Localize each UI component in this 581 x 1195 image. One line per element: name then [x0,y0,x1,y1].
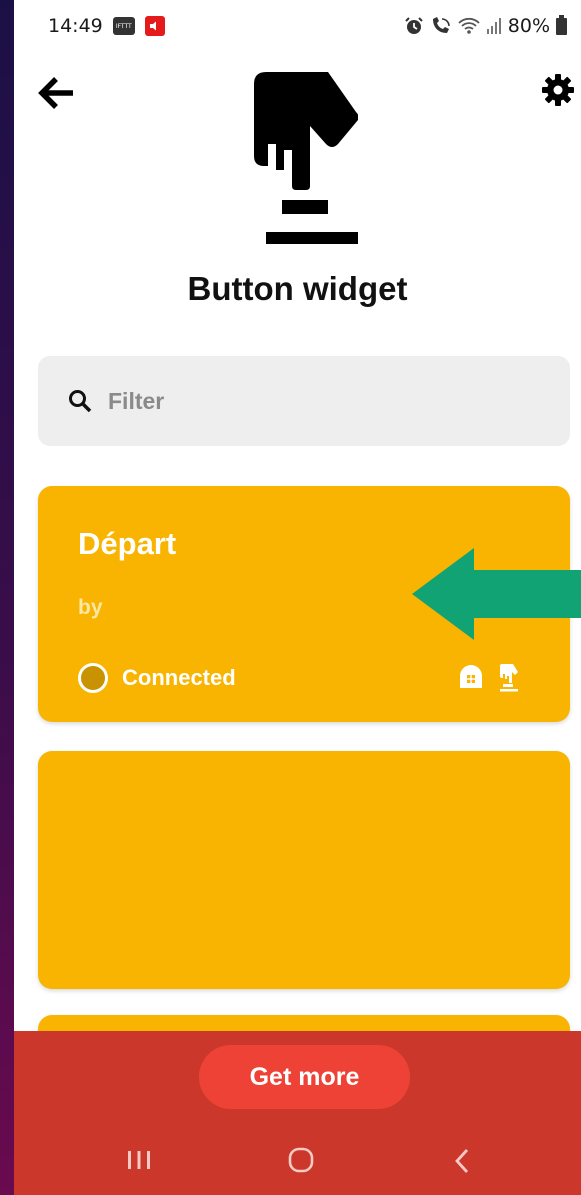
app-screen: 14:49 IFTTT 80% Button widget Filter Dép… [14,0,581,1195]
search-icon [69,390,92,413]
back-chevron-icon[interactable] [452,1147,472,1175]
wifi-icon [458,17,480,34]
alarm-icon [405,17,423,34]
speaker-notification-icon [144,16,165,36]
status-bar: 14:49 IFTTT 80% [14,0,581,52]
status-bar-left: 14:49 IFTTT [48,15,165,37]
gear-icon [542,74,574,106]
home-icon[interactable] [288,1147,314,1173]
connected-toggle-icon [78,663,108,693]
page-title: Button widget [187,270,408,307]
connection-status-label: Connected [122,665,236,690]
status-time: 14:49 [48,15,103,37]
battery-icon [556,14,567,35]
recent-apps-icon[interactable] [126,1149,152,1171]
applet-card[interactable] [38,751,570,989]
button-widget-icon [500,664,518,692]
bottom-bar: Get more [14,1031,581,1195]
signal-icon [486,18,501,34]
system-navigation-bar [14,1119,581,1195]
annotation-arrow-left-icon [412,548,581,640]
battery-percentage: 80% [507,15,550,37]
home-service-icon [460,665,482,688]
applet-title: Départ [78,526,177,561]
ifttt-notification-icon: IFTTT [112,17,135,35]
filter-input[interactable] [108,387,508,415]
pressing-finger-button-icon [254,72,358,244]
settings-button[interactable] [538,70,578,110]
back-button[interactable] [38,76,78,110]
filter-search-box[interactable] [38,356,570,446]
applet-author: by [78,596,103,619]
get-more-button[interactable]: Get more [199,1045,410,1109]
service-icons [458,662,520,692]
connection-status: Connected [78,663,236,693]
status-bar-right: 80% [404,14,567,37]
wifi-calling-icon [432,17,450,33]
arrow-left-icon [38,77,73,109]
